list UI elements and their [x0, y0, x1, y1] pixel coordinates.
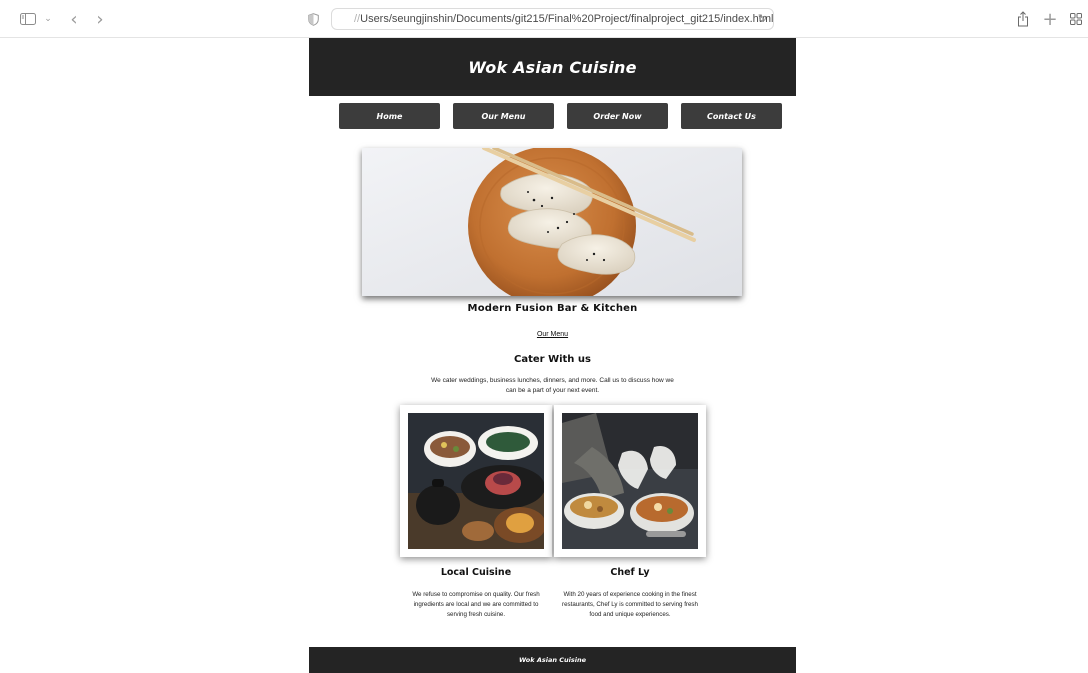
cater-heading: Cater With us — [514, 354, 591, 365]
nav-home-button[interactable]: Home — [339, 103, 440, 129]
chef-text: With 20 years of experience cooking in t… — [562, 591, 698, 618]
website: Wok Asian Cuisine Home Our Menu Order No… — [309, 38, 796, 673]
address-url: Users/seungjinshin/Documents/git215/Fina… — [360, 13, 773, 25]
new-tab-icon[interactable]: + — [1042, 9, 1058, 30]
our-menu-link[interactable]: Our Menu — [309, 331, 796, 338]
chef-photo — [554, 405, 706, 557]
forward-icon[interactable]: › — [92, 9, 108, 30]
chef-heading: Chef Ly — [610, 567, 650, 578]
site-title: Wok Asian Cuisine — [468, 57, 637, 77]
share-icon[interactable] — [1015, 9, 1031, 29]
local-cuisine-photo — [400, 405, 552, 557]
shield-icon[interactable] — [306, 9, 320, 29]
tab-overview-icon[interactable] — [1069, 9, 1083, 29]
sidebar-icon[interactable] — [18, 9, 38, 29]
nav-our-menu-button[interactable]: Our Menu — [453, 103, 554, 129]
local-cuisine-heading: Local Cuisine — [440, 567, 512, 578]
footer-brand: Wok Asian Cuisine — [518, 656, 587, 664]
local-cuisine-text: We refuse to compromise on quality. Our … — [412, 591, 540, 618]
chevron-down-icon[interactable]: ⌄ — [42, 9, 54, 29]
reload-icon[interactable]: ↻ — [758, 12, 767, 25]
address-bar[interactable]: //Users/seungjinshin/Documents/git215/Fi… — [331, 8, 774, 30]
browser-toolbar: ⌄ ‹ › //Users/seungjinshin/Documents/git… — [0, 0, 1088, 38]
tagline-heading: Modern Fusion Bar & Kitchen — [467, 303, 638, 314]
nav-contact-us-button[interactable]: Contact Us — [681, 103, 782, 129]
cater-description: We cater weddings, business lunches, din… — [431, 377, 674, 394]
site-footer: Wok Asian Cuisine — [309, 647, 796, 673]
nav-order-now-button[interactable]: Order Now — [567, 103, 668, 129]
site-header: Wok Asian Cuisine — [309, 38, 796, 96]
hero-image-dumplings — [362, 148, 742, 296]
back-icon[interactable]: ‹ — [66, 9, 82, 30]
main-nav: Home Our Menu Order Now Contact Us — [339, 103, 782, 129]
